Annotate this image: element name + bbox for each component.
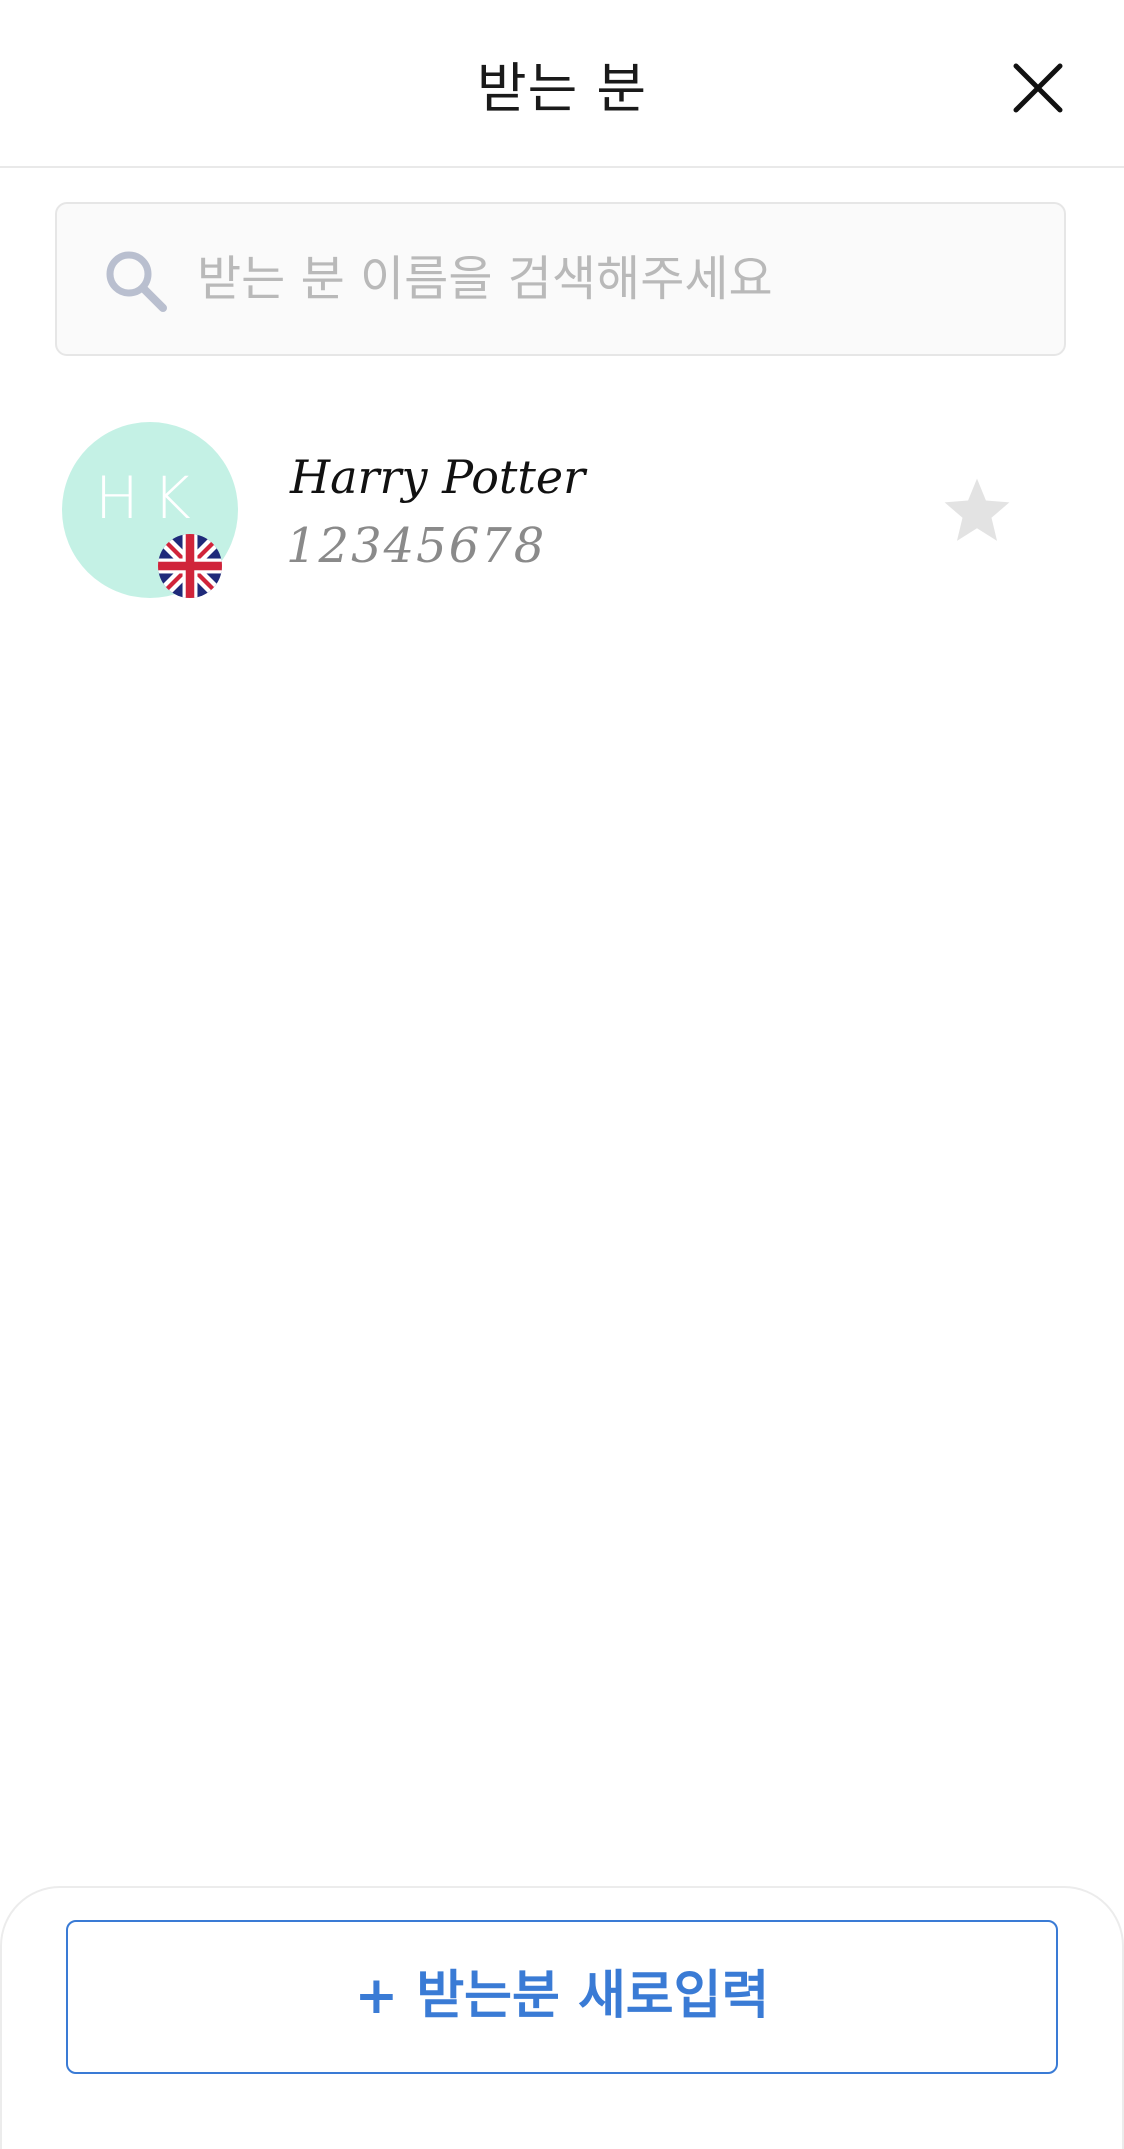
- favorite-button[interactable]: [940, 474, 1014, 548]
- avatar-initials: HK: [95, 464, 205, 532]
- recipient-name: Harry Potter: [290, 450, 586, 504]
- star-icon: [944, 478, 1010, 541]
- recipient-select-page: 받는 분 HK: [0, 0, 1124, 2149]
- header: 받는 분: [0, 0, 1124, 168]
- add-new-recipient-button[interactable]: + 받는분 새로입력: [66, 1920, 1058, 2074]
- recipient-list-item[interactable]: HK Harry Potter 12345678: [0, 400, 1124, 620]
- uk-flag-icon: [158, 534, 222, 598]
- search-input[interactable]: [197, 234, 1037, 324]
- page-title: 받는 분: [476, 57, 648, 120]
- bottom-action-bar: + 받는분 새로입력: [0, 1886, 1124, 2149]
- close-button[interactable]: [1004, 54, 1072, 122]
- search-icon: [106, 251, 167, 312]
- close-icon: [1013, 63, 1063, 113]
- recipient-account-number: 12345678: [286, 518, 547, 574]
- search-box[interactable]: [55, 202, 1066, 356]
